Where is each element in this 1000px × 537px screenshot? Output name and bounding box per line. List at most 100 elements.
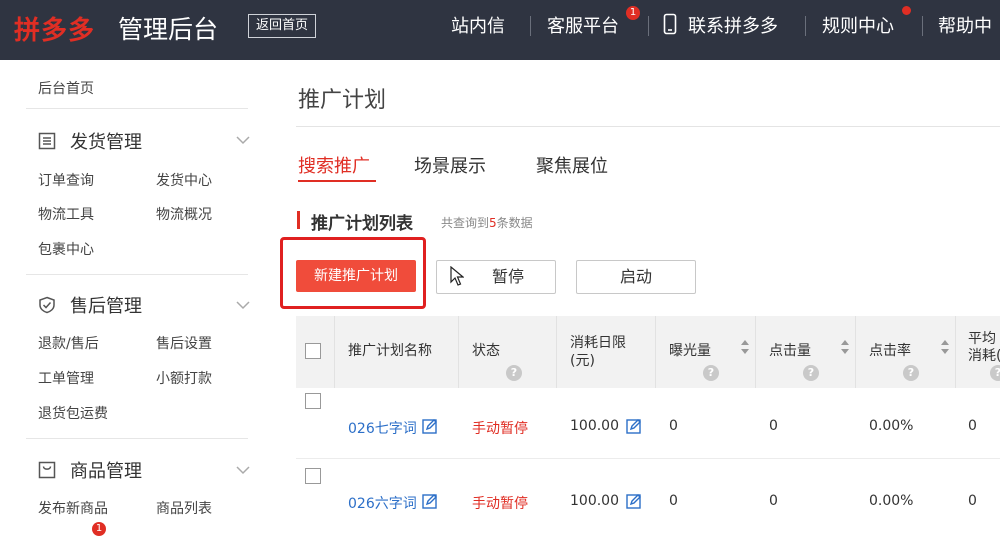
edit-icon[interactable] <box>422 418 438 434</box>
edit-icon[interactable] <box>422 493 438 509</box>
start-button[interactable]: 启动 <box>576 260 696 294</box>
ctr-value: 0.00% <box>869 493 914 509</box>
list-icon <box>38 132 56 150</box>
sidebar-item-refund[interactable]: 退款/售后 <box>38 333 99 353</box>
nav-separator <box>648 16 649 36</box>
sidebar-item-new-product[interactable]: 发布新商品 <box>38 498 108 518</box>
help-icon[interactable]: ? <box>903 365 919 381</box>
select-all-checkbox[interactable] <box>305 343 321 359</box>
column-separator <box>556 316 557 388</box>
sidebar-group-shipping[interactable]: 发货管理 <box>38 128 142 154</box>
sidebar-divider <box>26 274 248 275</box>
result-count-suffix: 条数据 <box>496 216 533 230</box>
plan-name-link[interactable]: 026六字词 <box>348 493 417 513</box>
sidebar-item-logistics-overview[interactable]: 物流概况 <box>156 204 212 224</box>
annotation-highlight-box <box>280 237 426 309</box>
top-bar: 拼多多 管理后台 返回首页 站内信 客服平台 1 联系拼多多 规则中心 帮助中 <box>0 0 1000 60</box>
column-header-ctr: 点击率 <box>869 343 911 359</box>
sidebar-group-label: 商品管理 <box>70 461 142 482</box>
nav-separator <box>922 16 923 36</box>
nav-badge: 1 <box>626 6 640 20</box>
title-divider <box>296 126 1000 127</box>
product-box-icon <box>38 461 56 479</box>
column-separator <box>655 316 656 388</box>
sidebar-item-logistics-tools[interactable]: 物流工具 <box>38 204 94 224</box>
column-separator <box>755 316 756 388</box>
sidebar-group-products[interactable]: 商品管理 <box>38 457 142 483</box>
sidebar-group-label: 售后管理 <box>70 296 142 317</box>
sidebar-item-product-list[interactable]: 商品列表 <box>156 498 212 518</box>
status-badge: 手动暂停 <box>472 421 528 437</box>
nav-help-center[interactable]: 帮助中 <box>938 12 992 38</box>
edit-icon[interactable] <box>626 493 642 509</box>
sort-icon[interactable] <box>840 339 850 355</box>
column-header-status: 状态 <box>472 343 500 359</box>
nav-separator <box>530 16 531 36</box>
sidebar-item-return-shipping[interactable]: 退货包运费 <box>38 403 108 423</box>
chevron-down-icon[interactable] <box>236 300 250 310</box>
result-count-prefix: 共查询到 <box>441 216 490 230</box>
chevron-down-icon[interactable] <box>236 135 250 145</box>
nav-separator <box>805 16 806 36</box>
chevron-down-icon[interactable] <box>236 465 250 475</box>
sidebar-item-parcel-center[interactable]: 包裹中心 <box>38 239 94 259</box>
sidebar-divider <box>26 438 248 439</box>
mouse-cursor-icon <box>450 266 464 286</box>
help-icon[interactable]: ? <box>506 365 522 381</box>
clicks-value: 0 <box>769 418 778 434</box>
nav-messages[interactable]: 站内信 <box>451 12 505 38</box>
status-badge: 手动暂停 <box>472 496 528 512</box>
column-header-impressions: 曝光量 <box>669 343 711 359</box>
help-icon[interactable]: ? <box>703 365 719 381</box>
shield-icon <box>39 296 55 314</box>
tab-scene-display[interactable]: 场景展示 <box>414 152 486 178</box>
column-header-avg-cost-unit: 消耗( <box>968 348 1000 364</box>
daily-budget-value: 100.00 <box>570 493 619 509</box>
column-separator <box>955 316 956 388</box>
result-count-number: 5 <box>489 216 497 230</box>
impressions-value: 0 <box>669 418 678 434</box>
row-checkbox[interactable] <box>305 393 321 409</box>
tab-search-promotion[interactable]: 搜索推广 <box>298 152 370 178</box>
sidebar-item-after-sales-settings[interactable]: 售后设置 <box>156 333 212 353</box>
nav-contact[interactable]: 联系拼多多 <box>688 12 778 38</box>
sidebar-group-after-sales[interactable]: 售后管理 <box>38 292 142 318</box>
sidebar-item-order-query[interactable]: 订单查询 <box>38 170 94 190</box>
help-icon[interactable]: ? <box>803 365 819 381</box>
nav-rules-center[interactable]: 规则中心 <box>822 12 894 38</box>
clicks-value: 0 <box>769 493 778 509</box>
sidebar-item-home[interactable]: 后台首页 <box>38 78 94 98</box>
avg-cost-value: 0 <box>968 493 977 509</box>
active-tab-indicator <box>298 180 376 182</box>
sort-icon[interactable] <box>740 339 750 355</box>
impressions-value: 0 <box>669 493 678 509</box>
help-icon[interactable]: ? <box>990 365 1000 381</box>
brand-logo[interactable]: 拼多多 <box>14 10 95 47</box>
avg-cost-value: 0 <box>968 418 977 434</box>
page-title: 推广计划 <box>298 88 387 113</box>
column-header-clicks: 点击量 <box>769 343 811 359</box>
phone-icon <box>663 13 677 35</box>
back-home-button[interactable]: 返回首页 <box>248 14 317 38</box>
tab-focus-booth[interactable]: 聚焦展位 <box>536 152 608 178</box>
sidebar-badge: 1 <box>92 522 106 536</box>
row-divider <box>296 458 1000 459</box>
plan-name-link[interactable]: 026七字词 <box>348 418 417 438</box>
sidebar-item-shipping-center[interactable]: 发货中心 <box>156 170 212 190</box>
result-count: 共查询到5条数据 <box>441 214 533 231</box>
daily-budget-value: 100.00 <box>570 418 619 434</box>
pause-button-label: 暂停 <box>491 267 524 286</box>
row-checkbox[interactable] <box>305 468 321 484</box>
ctr-value: 0.00% <box>869 418 914 434</box>
section-accent-bar <box>297 211 300 229</box>
column-separator <box>855 316 856 388</box>
sort-icon[interactable] <box>940 339 950 355</box>
nav-notification-dot <box>902 6 911 15</box>
sidebar-item-small-payment[interactable]: 小额打款 <box>156 368 212 388</box>
edit-icon[interactable] <box>626 418 642 434</box>
sidebar-item-ticket-management[interactable]: 工单管理 <box>38 368 94 388</box>
nav-customer-service[interactable]: 客服平台 <box>547 12 619 38</box>
column-header-daily-budget: 消耗日限 <box>570 335 626 351</box>
sidebar-group-label: 发货管理 <box>70 132 142 153</box>
brand-subtitle: 管理后台 <box>118 15 219 44</box>
